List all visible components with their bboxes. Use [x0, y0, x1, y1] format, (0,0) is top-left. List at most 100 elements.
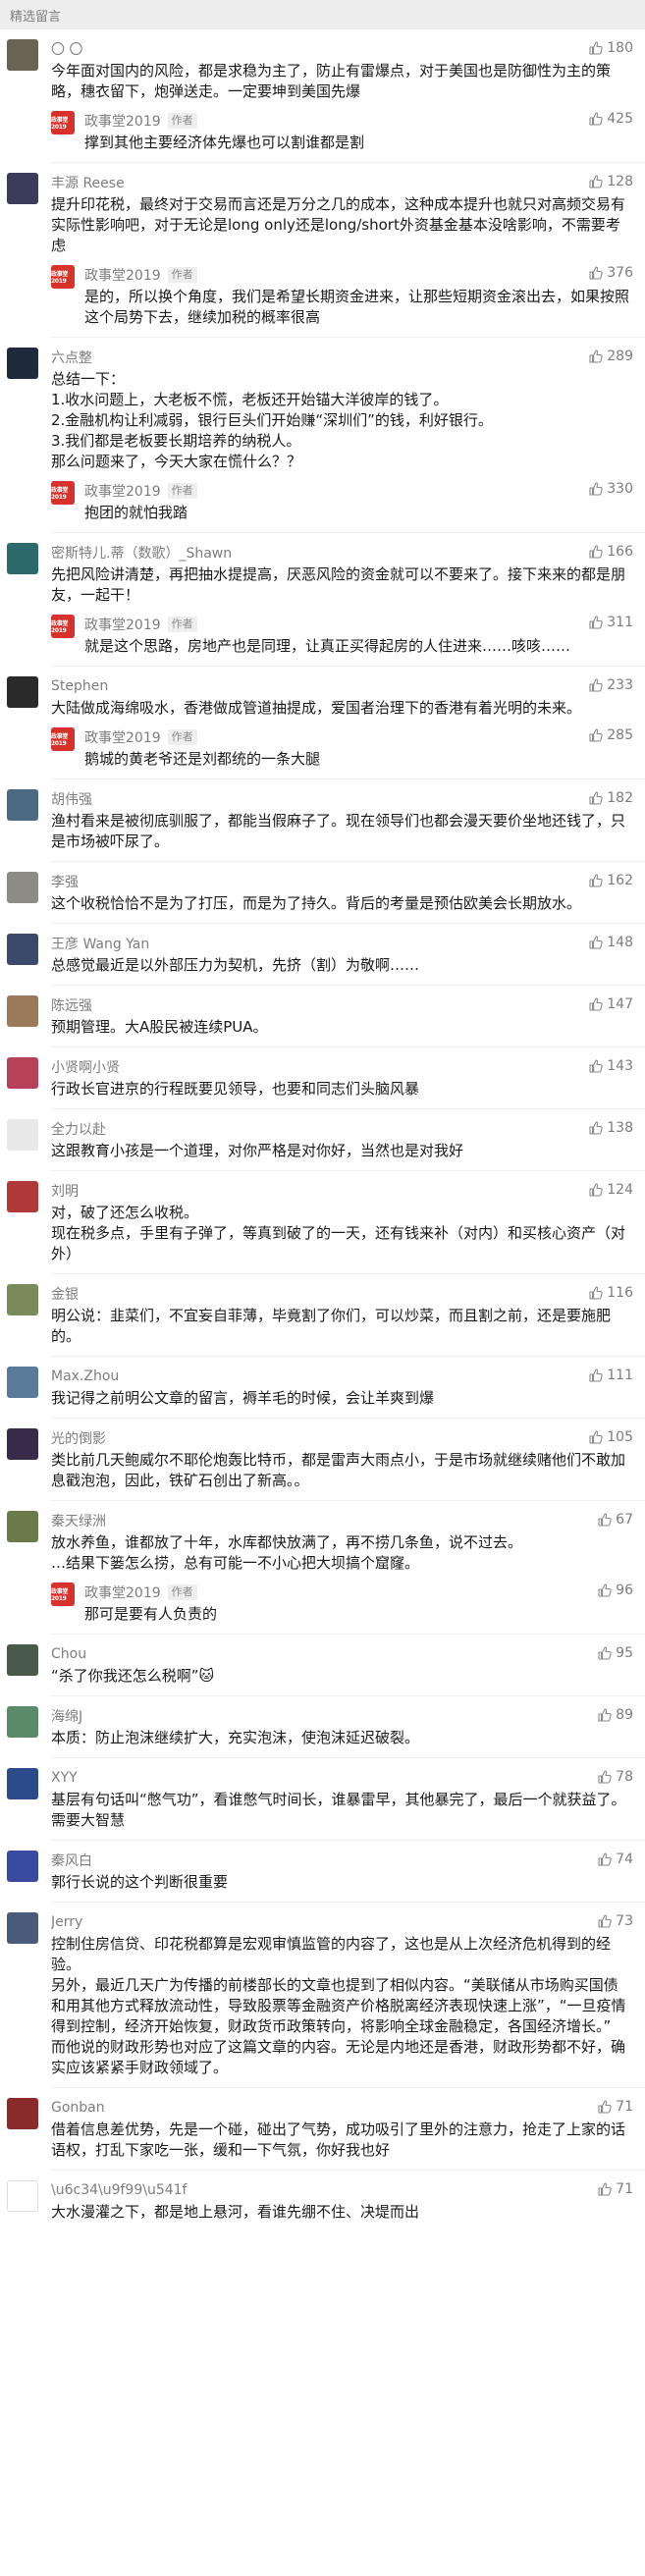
like-button[interactable]: 105: [588, 1429, 633, 1445]
comment-meta: 秦天绿洲: [51, 1511, 633, 1530]
avatar[interactable]: [7, 1644, 38, 1676]
like-button[interactable]: 182: [588, 790, 633, 806]
avatar[interactable]: [7, 789, 38, 821]
avatar[interactable]: [7, 39, 38, 71]
reply-meta: 政事堂2019 作者: [84, 1582, 633, 1603]
commenter-name[interactable]: 海绵J: [51, 1706, 82, 1726]
commenter-name[interactable]: 密斯特儿.蒂（数歌）_Shawn: [51, 543, 232, 563]
commenter-name[interactable]: 全力以赴: [51, 1119, 106, 1139]
commenter-name[interactable]: 秦天绿洲: [51, 1511, 106, 1530]
commenter-name[interactable]: 刘明: [51, 1181, 79, 1201]
reply-meta: 政事堂2019 作者: [84, 264, 633, 286]
thumb-up-icon: [597, 1707, 616, 1723]
avatar[interactable]: [7, 1119, 38, 1151]
comment-item: 陈远强 147 预期管理。大A股民被连续PUA。: [0, 986, 645, 1046]
like-button[interactable]: 147: [588, 996, 633, 1012]
comment-item: XYY 78 基层有句话叫“憋气功”，看谁憋气时间长，谁暴雷早，其他暴完了，最后一个…: [0, 1758, 645, 1840]
commenter-name[interactable]: 秦风白: [51, 1851, 92, 1870]
comment-meta: 丰源 Reese: [51, 173, 633, 192]
avatar[interactable]: [7, 1428, 38, 1460]
avatar[interactable]: [7, 1706, 38, 1738]
like-button[interactable]: 116: [588, 1285, 633, 1301]
commenter-name[interactable]: Max.Zhou: [51, 1368, 119, 1384]
commenter-name[interactable]: 丰源 Reese: [51, 173, 125, 192]
like-button[interactable]: 138: [588, 1120, 633, 1136]
commenter-name[interactable]: Chou: [51, 1646, 86, 1662]
comment-text: 先把风险讲清楚，再把抽水提提高，厌恶风险的资金就可以不要来了。接下来来的都是朋友…: [51, 565, 626, 604]
avatar[interactable]: [7, 348, 38, 379]
avatar[interactable]: [7, 1284, 38, 1315]
avatar[interactable]: [7, 1181, 38, 1212]
author-avatar-label: 政事堂2019: [51, 1588, 69, 1602]
commenter-name[interactable]: 陈远强: [51, 995, 92, 1015]
like-button[interactable]: 166: [588, 544, 633, 560]
like-button[interactable]: 89: [597, 1707, 633, 1723]
reply-like-button[interactable]: 311: [588, 615, 633, 630]
comment-item: Jerry 73 控制住房信贷、印花税都算是宏观审慎监管的内容了，这也是从上次经济危…: [0, 1903, 645, 2087]
commenter-name[interactable]: 王彦 Wang Yan: [51, 934, 149, 953]
avatar[interactable]: [7, 1511, 38, 1542]
like-button[interactable]: 95: [597, 1645, 633, 1661]
thumb-up-icon: [597, 1512, 616, 1528]
reply-like-button[interactable]: 285: [588, 727, 633, 743]
like-button[interactable]: 67: [597, 1512, 633, 1528]
avatar[interactable]: [7, 173, 38, 204]
like-button[interactable]: 71: [597, 2099, 633, 2115]
commenter-name[interactable]: Gonban: [51, 2100, 105, 2116]
thumb-up-icon: [597, 1852, 616, 1867]
like-button[interactable]: 148: [588, 935, 633, 950]
comment-item: 六点整 289 总结一下： 1.收水问题上，大老板不慌，老板还开始锚大洋彼岸的钱了。…: [0, 338, 645, 532]
like-button[interactable]: 143: [588, 1058, 633, 1074]
commenter-name[interactable]: 光的倒影: [51, 1428, 106, 1448]
like-button[interactable]: 289: [588, 349, 633, 364]
reply-like-button[interactable]: 330: [588, 481, 633, 497]
reply-text: 鹅城的黄老爷还是刘都统的一条大腿: [84, 750, 321, 768]
avatar[interactable]: [7, 995, 38, 1027]
commenter-name[interactable]: 小贤啊小贤: [51, 1057, 120, 1077]
avatar[interactable]: [7, 1057, 38, 1089]
avatar[interactable]: [7, 1851, 38, 1882]
like-count: 71: [616, 2181, 633, 2197]
commenter-name[interactable]: Stephen: [51, 678, 108, 694]
like-button[interactable]: 180: [588, 40, 633, 56]
thumb-up-icon: [588, 1368, 607, 1383]
avatar[interactable]: [7, 934, 38, 965]
reply-like-button[interactable]: 96: [597, 1583, 633, 1598]
like-button[interactable]: 162: [588, 873, 633, 888]
like-button[interactable]: 233: [588, 677, 633, 693]
like-button[interactable]: 111: [588, 1368, 633, 1383]
thumb-up-icon: [588, 481, 607, 497]
like-button[interactable]: 74: [597, 1852, 633, 1867]
like-button[interactable]: 128: [588, 174, 633, 189]
like-button[interactable]: 71: [597, 2181, 633, 2197]
avatar[interactable]: [7, 872, 38, 903]
author-avatar: 政事堂2019: [51, 111, 75, 134]
avatar[interactable]: [7, 2180, 38, 2212]
commenter-name[interactable]: XYY: [51, 1770, 78, 1786]
commenter-name[interactable]: 李强: [51, 872, 79, 891]
comment-text: 我记得之前明公文章的留言，褥羊毛的时候，会让羊爽到爆: [51, 1389, 435, 1407]
reply-like-button[interactable]: 376: [588, 265, 633, 281]
reply-like-button[interactable]: 425: [588, 111, 633, 127]
comment-text: 借着信息差优势，先是一个碰，碰出了气势，成功吸引了里外的注意力，抢走了上家的话语…: [51, 2120, 626, 2159]
author-avatar: 政事堂2019: [51, 265, 75, 289]
avatar[interactable]: [7, 543, 38, 574]
avatar[interactable]: [7, 1367, 38, 1398]
like-button[interactable]: 124: [588, 1182, 633, 1198]
commenter-name[interactable]: 胡伟强: [51, 789, 92, 809]
avatar[interactable]: [7, 1912, 38, 1944]
like-count: 95: [616, 1645, 633, 1661]
like-count: 180: [607, 40, 633, 56]
avatar[interactable]: [7, 2098, 38, 2129]
avatar[interactable]: [7, 676, 38, 708]
comment-meta: 王彦 Wang Yan: [51, 934, 633, 953]
like-count: 138: [607, 1120, 633, 1136]
like-button[interactable]: 73: [597, 1913, 633, 1929]
commenter-name[interactable]: Jerry: [51, 1914, 82, 1930]
commenter-name[interactable]: 金银: [51, 1284, 79, 1304]
avatar[interactable]: [7, 1768, 38, 1799]
commenter-name[interactable]: 六点整: [51, 348, 92, 367]
like-button[interactable]: 78: [597, 1769, 633, 1785]
commenter-name[interactable]: \u6c34\u9f99\u541f: [51, 2182, 188, 2198]
commenter-name[interactable]: 〇 〇: [51, 39, 82, 59]
